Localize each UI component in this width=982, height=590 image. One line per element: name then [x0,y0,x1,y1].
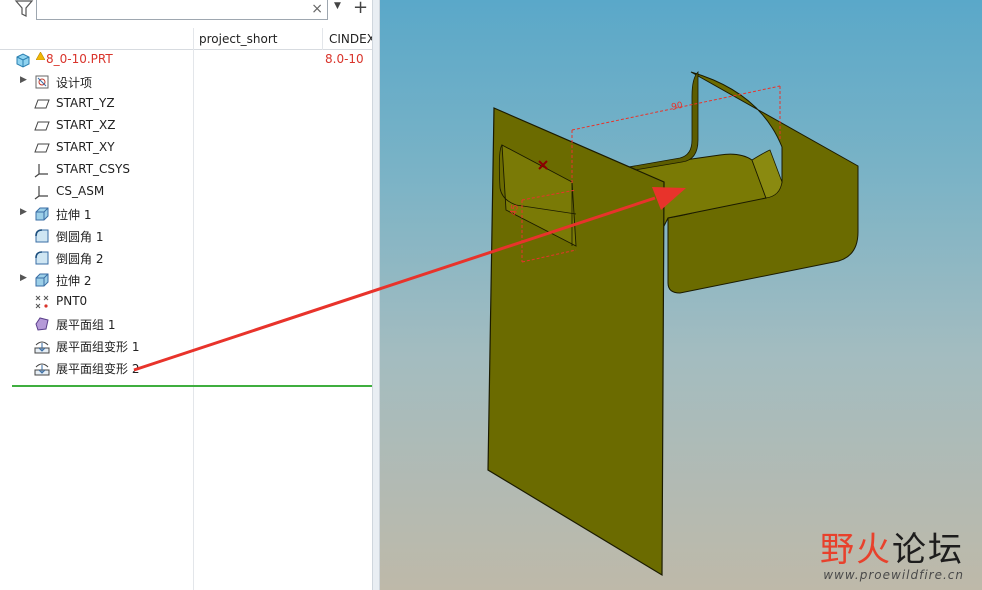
design-items-icon [34,74,50,90]
filter-dropdown-icon[interactable]: ▼ [334,1,341,11]
tree-item-flatten-deform-2[interactable]: 展平面组变形 2 [0,357,372,379]
extrude-icon [34,272,50,288]
tree-item-label: 拉伸 1 [56,208,92,222]
datum-plane-icon [34,96,50,112]
watermark-logo: 野火论坛 [820,530,964,570]
filter-icon[interactable] [14,0,34,18]
add-column-icon[interactable]: + [353,0,368,18]
tree-item-label: START_CSYS [56,162,130,176]
tree-column-header: project_short CINDEX [0,28,375,50]
tree-root-row[interactable]: 8_0-10.PRT 8.0-10 [0,49,372,71]
part-icon [15,52,31,68]
round-icon [34,228,50,244]
flatten-deform-icon [34,338,50,354]
dimension-label: 90 [671,101,685,113]
round-icon [34,250,50,266]
tree-item-label: 倒圆角 1 [56,230,104,244]
tree-search-input[interactable]: × [36,0,328,20]
tree-item-start-csys[interactable]: START_CSYS [0,159,372,181]
dimension-label: 45 [509,204,521,217]
tree-item-round-1[interactable]: 倒圆角 1 [0,225,372,247]
graphics-viewport[interactable]: 90 45 [380,0,982,590]
clear-search-icon[interactable]: × [311,0,323,18]
extrude-icon [34,206,50,222]
tree-item-label: 展平面组变形 1 [56,340,140,354]
expand-arrow-icon[interactable]: ▶ [20,207,30,217]
warning-icon [35,49,46,61]
tree-item-start-yz[interactable]: START_YZ [0,93,372,115]
csys-icon [34,162,50,178]
watermark-url: www.proewildfire.cn [823,568,964,582]
expand-arrow-icon[interactable]: ▶ [20,75,30,85]
root-label: 8_0-10.PRT [46,52,113,66]
tree-item-extrude-2[interactable]: ▶ 拉伸 2 [0,269,372,291]
tree-item-label: START_XY [56,140,115,154]
datum-plane-icon [34,118,50,134]
model-tree-toolbar: × ▼ + [0,0,372,24]
tree-item-flatten-quilt-1[interactable]: 展平面组 1 [0,313,372,335]
panel-splitter[interactable] [372,0,380,590]
tree-item-label: 展平面组 1 [56,318,116,332]
datum-plane-icon [34,140,50,156]
model-graphics: 90 45 [487,71,859,577]
tree-item-round-2[interactable]: 倒圆角 2 [0,247,372,269]
flatten-quilt-icon [34,316,50,332]
csys-icon [34,184,50,200]
tree-item-cs-asm[interactable]: CS_ASM [0,181,372,203]
tree-item-label: 倒圆角 2 [56,252,104,266]
insert-here-line[interactable] [12,385,372,387]
tree-item-label: CS_ASM [56,184,105,198]
tree-item-label: START_YZ [56,96,115,110]
tree-item-label: PNT0 [56,294,88,308]
tree-item-start-xy[interactable]: START_XY [0,137,372,159]
expand-arrow-icon[interactable]: ▶ [20,273,30,283]
tree-item-extrude-1[interactable]: ▶ 拉伸 1 [0,203,372,225]
forum-watermark: 野火论坛 www.proewildfire.cn [820,532,964,582]
tree-item-flatten-deform-1[interactable]: 展平面组变形 1 [0,335,372,357]
tree-item-label: START_XZ [56,118,116,132]
root-cindex-value: 8.0-10 [325,52,364,66]
tree-item-start-xz[interactable]: START_XZ [0,115,372,137]
tree-item-label: 设计项 [56,76,93,90]
tree-item-label: 拉伸 2 [56,274,92,288]
flatten-deform-icon [34,360,50,376]
tree-item-pnt0[interactable]: PNT0 [0,291,372,313]
tree-item-design-items[interactable]: ▶ 设计项 [0,71,372,93]
column-divider[interactable] [322,28,323,50]
datum-point-icon [34,294,50,310]
model-tree-panel: × ▼ + project_short CINDEX 8_0-10.PRT 8.… [0,0,378,590]
column-cindex[interactable]: CINDEX [329,32,375,46]
tree-item-label: 展平面组变形 2 [56,362,140,376]
column-project-short[interactable]: project_short [199,32,278,46]
